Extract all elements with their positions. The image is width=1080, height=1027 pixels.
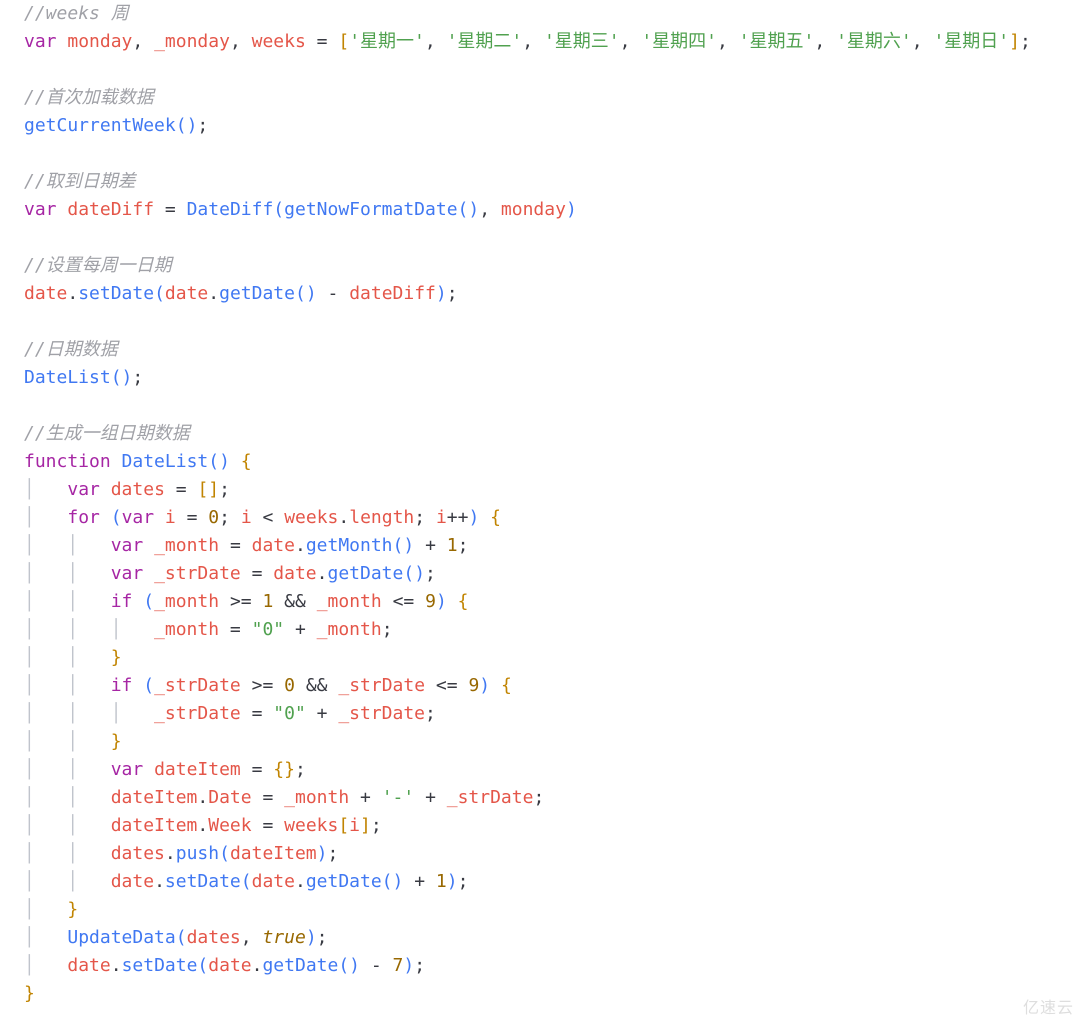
fn-UpdateData: UpdateData (67, 927, 175, 948)
comment-line: //首次加载数据 (24, 87, 154, 108)
fn-getCurrentWeek: getCurrentWeek (24, 115, 176, 136)
keyword-function: function (24, 451, 111, 472)
keyword-if: if (111, 591, 133, 612)
var-umonday: _monday (154, 31, 230, 52)
comment-line: //取到日期差 (24, 171, 136, 192)
keyword-var: var (24, 31, 57, 52)
comment-line: //设置每周一日期 (24, 255, 172, 276)
code-block: //weeks 周 var monday, _monday, weeks = [… (0, 0, 1080, 1008)
fn-DateDiff: DateDiff (187, 199, 274, 220)
fn-getNowFormatDate: getNowFormatDate (284, 199, 457, 220)
var-weeks: weeks (252, 31, 306, 52)
var-dates: dates (111, 479, 165, 500)
var-dateItem: dateItem (154, 759, 241, 780)
fn-DateList-call: DateList (24, 367, 111, 388)
var-monday: monday (67, 31, 132, 52)
var-dateDiff: dateDiff (67, 199, 154, 220)
comment-line: //weeks 周 (24, 3, 129, 24)
var-date: date (24, 283, 67, 304)
fn-DateList-def: DateList (122, 451, 209, 472)
comment-line: //生成一组日期数据 (24, 423, 190, 444)
keyword-for: for (67, 507, 100, 528)
watermark-label: 亿速云 (1023, 995, 1074, 1023)
var-ustrDate: _strDate (154, 563, 241, 584)
var-i: i (165, 507, 176, 528)
var-umonth: _month (154, 535, 219, 556)
comment-line: //日期数据 (24, 339, 118, 360)
